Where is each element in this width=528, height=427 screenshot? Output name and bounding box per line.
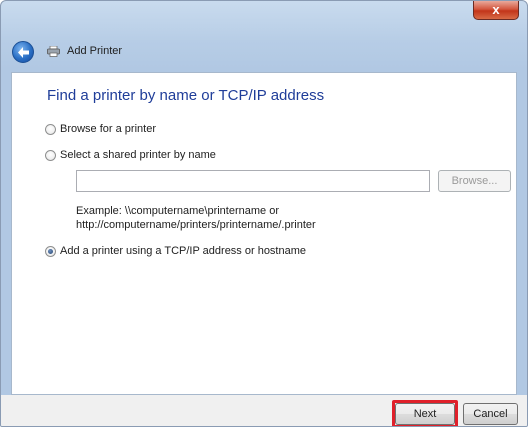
- wizard-content: Find a printer by name or TCP/IP address…: [11, 72, 517, 395]
- radio-label-shared: Select a shared printer by name: [60, 149, 216, 162]
- radio-button-shared[interactable]: [45, 149, 56, 161]
- window-title: Add Printer: [67, 45, 123, 57]
- printer-icon: [47, 46, 60, 57]
- close-icon: x: [492, 2, 500, 17]
- back-arrow-icon: [18, 47, 29, 58]
- radio-tcpip-printer[interactable]: Add a printer using a TCP/IP address or …: [45, 245, 306, 257]
- example-line-1: Example: \\computername\printername or: [76, 205, 279, 217]
- radio-button-browse[interactable]: [45, 123, 56, 135]
- example-line-2: http://computername/printers/printername…: [76, 219, 316, 231]
- close-button[interactable]: x: [473, 1, 519, 20]
- example-text: Example: \\computername\printername or h…: [76, 204, 316, 232]
- shared-printer-name-input[interactable]: [76, 170, 430, 192]
- browse-button[interactable]: Browse...: [438, 170, 511, 192]
- back-button[interactable]: [12, 41, 34, 63]
- page-heading: Find a printer by name or TCP/IP address: [47, 87, 325, 104]
- radio-label-browse: Browse for a printer: [60, 123, 156, 136]
- wizard-footer: Next Cancel: [1, 395, 527, 426]
- radio-button-tcpip[interactable]: [45, 245, 56, 257]
- add-printer-window: x Add Printer Find a printer by name or …: [0, 0, 528, 427]
- cancel-button[interactable]: Cancel: [463, 403, 518, 425]
- radio-browse-printer[interactable]: Browse for a printer: [45, 123, 156, 135]
- radio-shared-printer[interactable]: Select a shared printer by name: [45, 149, 216, 161]
- next-button-highlight: [392, 400, 458, 426]
- radio-label-tcpip: Add a printer using a TCP/IP address or …: [60, 245, 307, 258]
